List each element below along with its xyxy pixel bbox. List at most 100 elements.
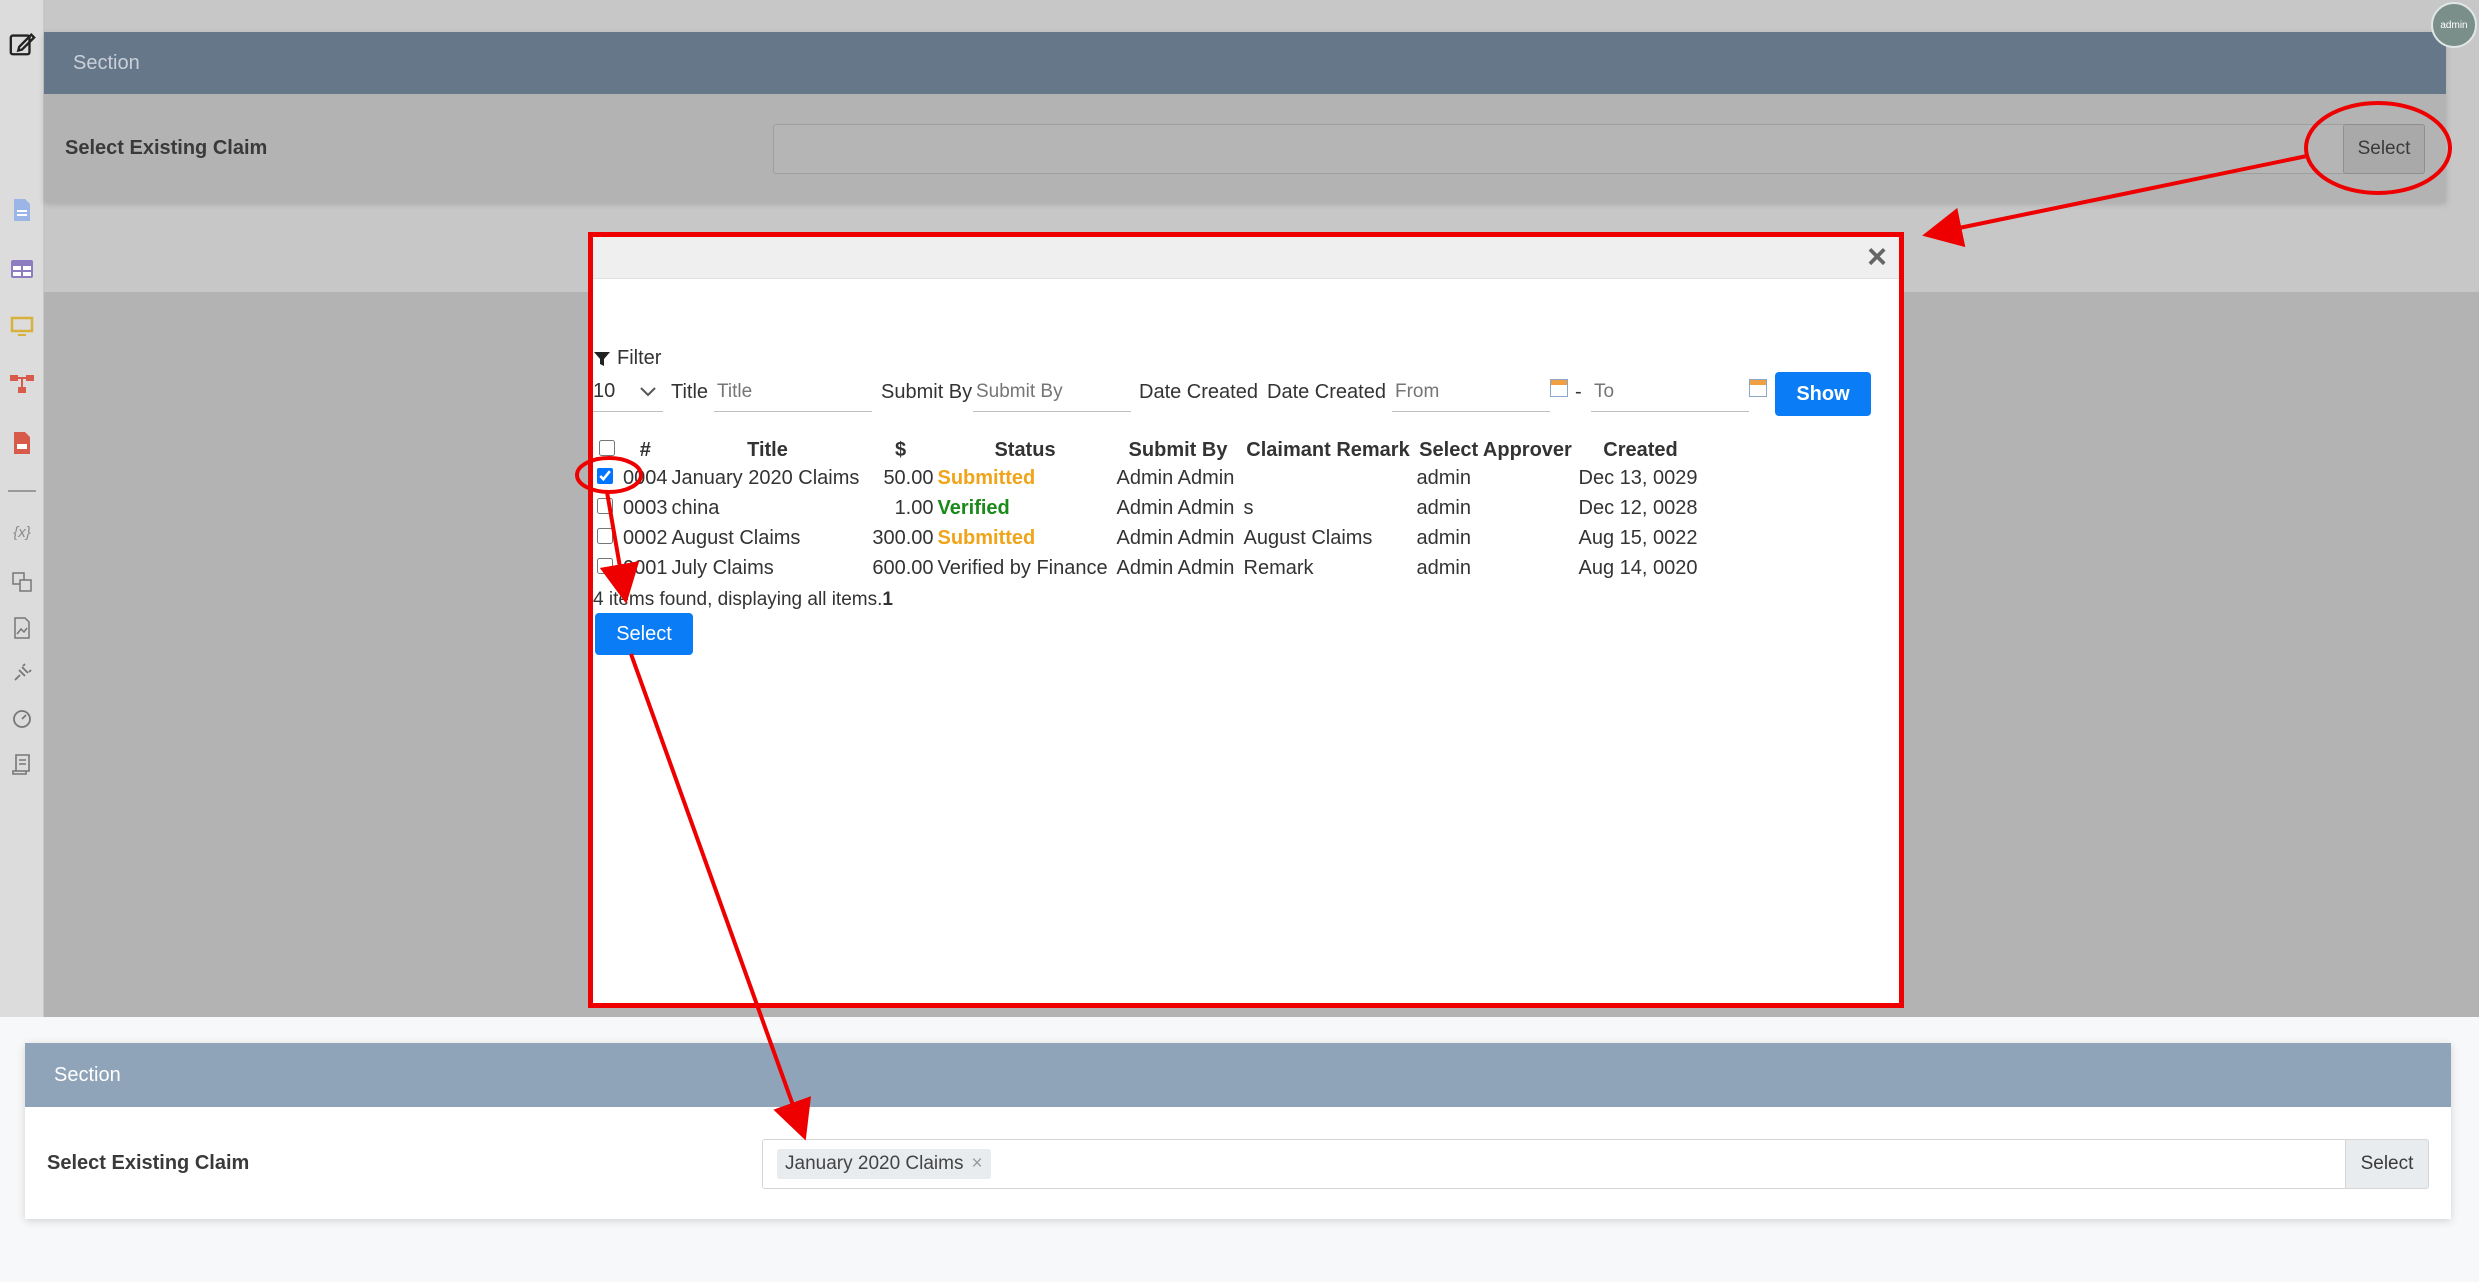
- col-submit-by[interactable]: Submit By: [1115, 437, 1242, 463]
- title-filter-label: Title: [671, 380, 709, 403]
- row-status: Verified by Finance: [937, 556, 1108, 579]
- avatar[interactable]: admin: [2431, 2, 2477, 48]
- row-checkbox[interactable]: [597, 467, 613, 484]
- gauge-icon[interactable]: [8, 704, 36, 732]
- col-number[interactable]: #: [621, 437, 670, 463]
- row-submit-by: Admin Admin: [1116, 496, 1235, 519]
- page-number[interactable]: 1: [882, 589, 893, 610]
- pdf-icon[interactable]: [8, 429, 36, 457]
- section-card-result: Section Select Existing Claim January 20…: [25, 1043, 2451, 1219]
- row-checkbox[interactable]: [597, 527, 613, 544]
- row-remark: August Claims: [1243, 526, 1373, 549]
- translate-icon[interactable]: [8, 568, 36, 596]
- show-button[interactable]: Show: [1775, 372, 1871, 416]
- script-icon[interactable]: [8, 750, 36, 778]
- claim-label: Select Existing Claim: [47, 1152, 250, 1174]
- claims-table: # Title $ Status Submit By Claimant Rema…: [593, 437, 1705, 583]
- row-title: china: [671, 496, 720, 519]
- row-select-cell: [593, 493, 621, 523]
- workflow-icon[interactable]: [8, 370, 36, 398]
- claim-select-input[interactable]: [773, 124, 2385, 174]
- table-icon[interactable]: [8, 255, 36, 283]
- col-amount[interactable]: $: [866, 437, 936, 463]
- row-checkbox[interactable]: [597, 497, 613, 514]
- row-title: January 2020 Claims: [671, 466, 860, 489]
- filter-icon: [594, 351, 610, 366]
- table-row[interactable]: 0004 January 2020 Claims 50.00 Submitted…: [593, 463, 1705, 493]
- row-remark: Remark: [1243, 556, 1314, 579]
- select-all-checkbox[interactable]: [599, 439, 615, 456]
- open-claim-picker-button[interactable]: Select: [2343, 124, 2425, 174]
- avatar-text: admin: [2440, 19, 2468, 31]
- modal-header: ×: [593, 237, 1899, 279]
- row-approver: admin: [1416, 496, 1471, 519]
- row-created: Dec 12, 0028: [1578, 496, 1698, 519]
- calendar-icon[interactable]: [1550, 379, 1568, 397]
- plug-icon[interactable]: [8, 659, 36, 687]
- selected-claim-text: January 2020 Claims: [785, 1153, 964, 1174]
- row-approver: admin: [1416, 556, 1471, 579]
- variable-icon[interactable]: {x}: [8, 518, 36, 546]
- row-checkbox[interactable]: [597, 557, 613, 574]
- monitor-icon[interactable]: [8, 313, 36, 341]
- image-file-icon[interactable]: [8, 614, 36, 642]
- sidebar-divider: [8, 490, 36, 492]
- date-created-label: Date Created: [1139, 380, 1258, 403]
- row-title: July Claims: [671, 556, 774, 579]
- row-created: Dec 13, 0029: [1578, 466, 1698, 489]
- submit-by-filter-input[interactable]: [973, 372, 1131, 412]
- date-created-label-2: Date Created: [1267, 380, 1386, 403]
- row-created: Aug 14, 0020: [1578, 556, 1698, 579]
- row-amount: 50.00: [883, 466, 934, 489]
- edit-icon[interactable]: [8, 30, 36, 58]
- results-summary: 4 items found, displaying all items.1: [593, 589, 893, 611]
- row-submit-by: Admin Admin: [1116, 466, 1235, 489]
- col-claimant-remark[interactable]: Claimant Remark: [1242, 437, 1415, 463]
- row-select-cell: [593, 523, 621, 553]
- date-range-separator: -: [1575, 380, 1582, 403]
- col-created[interactable]: Created: [1577, 437, 1705, 463]
- row-status: Submitted: [937, 466, 1036, 489]
- col-status[interactable]: Status: [936, 437, 1115, 463]
- row-select-cell: [593, 463, 621, 493]
- table-row[interactable]: 0002 August Claims 300.00 Submitted Admi…: [593, 523, 1705, 553]
- calendar-icon[interactable]: [1749, 379, 1767, 397]
- row-remark: s: [1243, 496, 1254, 519]
- chevron-down-icon: [640, 387, 656, 397]
- title-filter-input[interactable]: [714, 372, 872, 412]
- confirm-select-button[interactable]: Select: [595, 613, 693, 655]
- date-from-input[interactable]: [1392, 372, 1550, 412]
- section-header: Section: [44, 32, 2446, 94]
- row-submit-by: Admin Admin: [1116, 526, 1235, 549]
- row-approver: admin: [1416, 526, 1471, 549]
- document-icon[interactable]: [8, 196, 36, 224]
- row-number: 0002: [623, 526, 668, 549]
- left-sidebar: {x}: [0, 0, 44, 1017]
- filter-heading: Filter: [593, 347, 661, 370]
- section-card-dimmed: Section Select Existing Claim Select: [44, 32, 2446, 202]
- claim-select-input[interactable]: January 2020 Claims ×: [762, 1139, 2371, 1189]
- filter-label: Filter: [617, 347, 662, 369]
- col-select-approver[interactable]: Select Approver: [1415, 437, 1577, 463]
- row-select-cell: [593, 553, 621, 583]
- row-created: Aug 15, 0022: [1578, 526, 1698, 549]
- table-row[interactable]: 0003 china 1.00 Verified Admin Admin s a…: [593, 493, 1705, 523]
- row-number: 0004: [623, 466, 668, 489]
- open-claim-picker-button[interactable]: Select: [2345, 1139, 2429, 1189]
- row-number: 0003: [623, 496, 668, 519]
- table-row[interactable]: 0001 July Claims 600.00 Verified by Fina…: [593, 553, 1705, 583]
- remove-tag-icon[interactable]: ×: [971, 1153, 982, 1175]
- row-amount: 300.00: [872, 526, 934, 549]
- date-to-input[interactable]: [1591, 372, 1749, 412]
- row-amount: 1.00: [894, 496, 934, 519]
- row-approver: admin: [1416, 466, 1471, 489]
- claim-label: Select Existing Claim: [65, 137, 268, 159]
- row-remark: [1242, 463, 1415, 493]
- selected-claim-tag: January 2020 Claims ×: [777, 1149, 991, 1179]
- col-title[interactable]: Title: [670, 437, 866, 463]
- page-size-value: 10: [593, 380, 616, 402]
- close-icon[interactable]: ×: [1867, 239, 1887, 275]
- filter-controls: 10 Title Submit By Date Created Date Cre…: [593, 372, 1903, 416]
- row-status: Submitted: [937, 526, 1036, 549]
- page-size-select[interactable]: 10: [593, 372, 663, 412]
